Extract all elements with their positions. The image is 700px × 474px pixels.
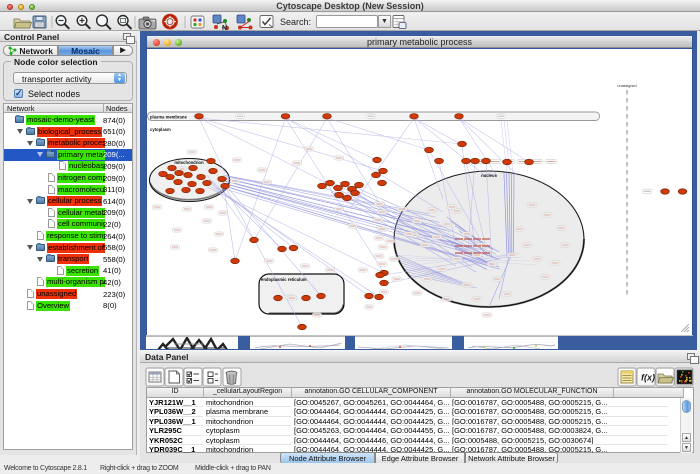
svg-text:endoplasmic reticulum: endoplasmic reticulum bbox=[261, 277, 307, 282]
svg-text:plasma membrane: plasma membrane bbox=[150, 115, 187, 120]
svg-text:f(x): f(x) bbox=[641, 373, 655, 383]
svg-text:unassigned: unassigned bbox=[617, 84, 636, 88]
svg-text:cytoplasm: cytoplasm bbox=[150, 127, 171, 132]
svg-text:nucleus: nucleus bbox=[481, 173, 497, 178]
svg-text:mitochondrion: mitochondrion bbox=[174, 160, 204, 165]
